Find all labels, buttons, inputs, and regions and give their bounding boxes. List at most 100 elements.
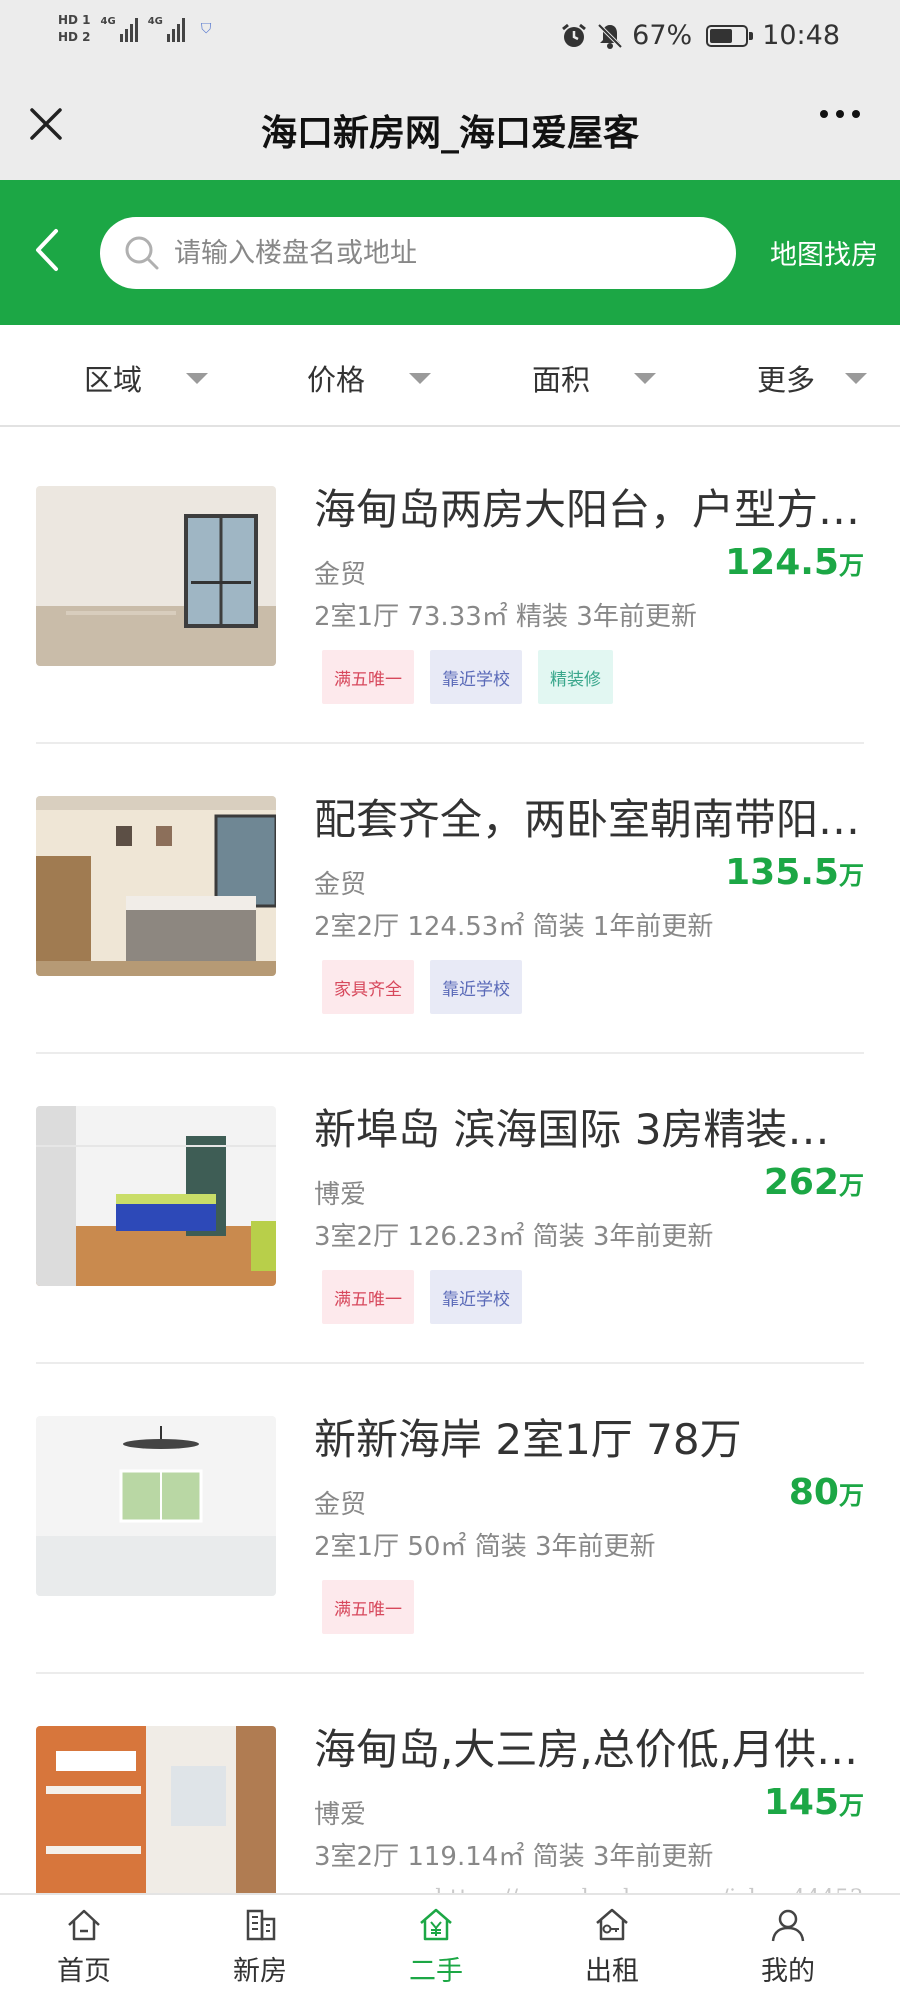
listing-title[interactable]: 新新海岸 2室1厅 78万 <box>314 1406 864 1467</box>
listing-tag: 满五唯一 <box>322 650 414 704</box>
caret-down-icon <box>845 372 868 384</box>
listing-tag: 靠近学校 <box>430 650 522 704</box>
mute-bell-icon <box>597 23 623 49</box>
listing-district: 金贸 <box>314 1490 367 1520</box>
tag-list: 满五唯一 靠近学校 精装修 <box>322 650 613 704</box>
price-value: 262 <box>763 1162 839 1203</box>
listing-photo[interactable] <box>36 1416 276 1596</box>
price-value: 124.5 <box>725 542 839 583</box>
nav-rent[interactable]: 出租 <box>542 1905 682 1988</box>
caret-down-icon <box>634 372 657 384</box>
price-unit: 万 <box>838 1481 864 1510</box>
listing-tag: 精装修 <box>538 650 613 704</box>
filter-more[interactable]: 更多 <box>757 357 868 399</box>
caret-down-icon <box>409 372 432 384</box>
filter-label: 更多 <box>757 363 816 397</box>
listing-photo[interactable] <box>36 486 276 666</box>
listing-district: 金贸 <box>314 560 367 590</box>
search-icon <box>125 236 159 270</box>
listing-info: 3室2厅 126.23㎡ 简装 3年前更新 <box>314 1222 714 1252</box>
listing-info: 3室2厅 119.14㎡ 简装 3年前更新 <box>314 1842 714 1872</box>
filter-label: 面积 <box>532 363 591 397</box>
price-value: 135.5 <box>725 852 839 893</box>
listing-district: 博爱 <box>314 1800 367 1830</box>
title-bar: 海口新房网_海口爱屋客 <box>0 80 900 180</box>
status-left: HD 1 HD 2 4G 4G ⛉ <box>58 14 211 44</box>
page-title: 海口新房网_海口爱屋客 <box>260 113 639 154</box>
filter-area[interactable]: 区域 <box>84 357 209 399</box>
listing-district: 金贸 <box>314 870 367 900</box>
hd1-label: HD 1 <box>58 13 91 27</box>
nav-label: 我的 <box>761 1956 815 1987</box>
listing-tag: 靠近学校 <box>430 1270 522 1324</box>
listing-price: 145万 <box>764 1782 864 1823</box>
back-arrow-icon[interactable] <box>28 225 68 275</box>
listing-tag: 家具齐全 <box>322 960 414 1014</box>
search-box[interactable] <box>100 217 736 289</box>
tag-list: 满五唯一 靠近学校 <box>322 1270 522 1324</box>
building-icon <box>246 1909 276 1941</box>
listing-district: 博爱 <box>314 1180 367 1210</box>
filter-price[interactable]: 价格 <box>307 357 432 399</box>
listing-photo[interactable] <box>36 1726 276 1893</box>
nav-label: 二手 <box>409 1956 463 1987</box>
bottom-nav: 首页 新房 二手 出租 我的 <box>0 1893 900 2000</box>
listing-photo[interactable] <box>36 796 276 976</box>
tag-list: 满五唯一 <box>322 1580 414 1634</box>
price-unit: 万 <box>838 1791 864 1820</box>
signal-icon: 4G <box>101 16 138 42</box>
tag-list: 家具齐全 靠近学校 <box>322 960 522 1014</box>
listing-item[interactable]: 新埠岛 滨海国际 3房精装修 拎包入住 博爱 262万 3室2厅 126.23㎡… <box>36 1054 864 1364</box>
price-value: 145 <box>763 1782 839 1823</box>
listing-title[interactable]: 海甸岛两房大阳台，户型方正南北通透 <box>314 476 864 537</box>
hd-indicator: HD 1 HD 2 <box>58 14 91 44</box>
network-label-2: 4G <box>147 16 163 27</box>
user-icon <box>771 1909 805 1942</box>
listing-price: 124.5万 <box>725 542 864 583</box>
listing-info: 2室2厅 124.53㎡ 简装 1年前更新 <box>314 912 714 942</box>
listing-price: 262万 <box>764 1162 864 1203</box>
listing-title[interactable]: 新埠岛 滨海国际 3房精装修 拎包入住 <box>314 1096 864 1157</box>
listing-tag: 满五唯一 <box>322 1270 414 1324</box>
price-value: 80 <box>788 1472 839 1513</box>
listing-price: 80万 <box>789 1472 864 1513</box>
network-label: 4G <box>100 16 116 27</box>
listing-info: 2室1厅 50㎡ 简装 3年前更新 <box>314 1532 656 1562</box>
home-icon <box>68 1909 100 1941</box>
listing-title[interactable]: 配套齐全，两卧室朝南带阳台拎包入住 <box>314 786 864 847</box>
battery-percent: 67% <box>632 20 693 51</box>
nav-new-homes[interactable]: 新房 <box>190 1905 330 1988</box>
nav-label: 新房 <box>233 1956 287 1987</box>
nav-second-hand[interactable]: 二手 <box>366 1905 506 1988</box>
filter-bar: 区域 价格 面积 更多 <box>0 325 900 427</box>
nav-label: 首页 <box>57 1956 111 1987</box>
listing-item[interactable]: 海甸岛两房大阳台，户型方正南北通透 金贸 124.5万 2室1厅 73.33㎡ … <box>36 434 864 744</box>
nav-label: 出租 <box>585 1956 639 1987</box>
price-unit: 万 <box>838 861 864 890</box>
signal-icon-2: 4G <box>148 16 185 42</box>
search-header: 地图找房 <box>0 180 900 325</box>
alarm-icon <box>562 23 587 47</box>
battery-icon <box>706 24 754 47</box>
listing-tag: 靠近学校 <box>430 960 522 1014</box>
rent-key-icon <box>596 1908 628 1941</box>
more-icon[interactable] <box>820 110 860 118</box>
map-search-link[interactable]: 地图找房 <box>770 233 878 272</box>
filter-label: 区域 <box>84 363 143 397</box>
filter-label: 价格 <box>307 363 366 397</box>
listing-item[interactable]: 海甸岛,大三房,总价低,月供低,学区房 博爱 145万 3室2厅 119.14㎡… <box>36 1674 864 1893</box>
nav-home[interactable]: 首页 <box>14 1905 154 1988</box>
clock: 10:48 <box>762 20 840 51</box>
status-bar: HD 1 HD 2 4G 4G ⛉ 67% 10:48 <box>0 0 900 80</box>
listing-title[interactable]: 海甸岛,大三房,总价低,月供低,学区房 <box>314 1716 864 1777</box>
listing-photo[interactable] <box>36 1106 276 1286</box>
listing-item[interactable]: 新新海岸 2室1厅 78万 金贸 80万 2室1厅 50㎡ 简装 3年前更新 满… <box>36 1364 864 1674</box>
nav-profile[interactable]: 我的 <box>718 1905 858 1988</box>
listing-info: 2室1厅 73.33㎡ 精装 3年前更新 <box>314 602 697 632</box>
search-input[interactable] <box>174 237 674 269</box>
price-unit: 万 <box>838 1171 864 1200</box>
hd2-label: HD 2 <box>58 30 91 44</box>
listing-item[interactable]: 配套齐全，两卧室朝南带阳台拎包入住 金贸 135.5万 2室2厅 124.53㎡… <box>36 744 864 1054</box>
filter-size[interactable]: 面积 <box>532 357 657 399</box>
status-right: 67% 10:48 <box>560 20 840 51</box>
